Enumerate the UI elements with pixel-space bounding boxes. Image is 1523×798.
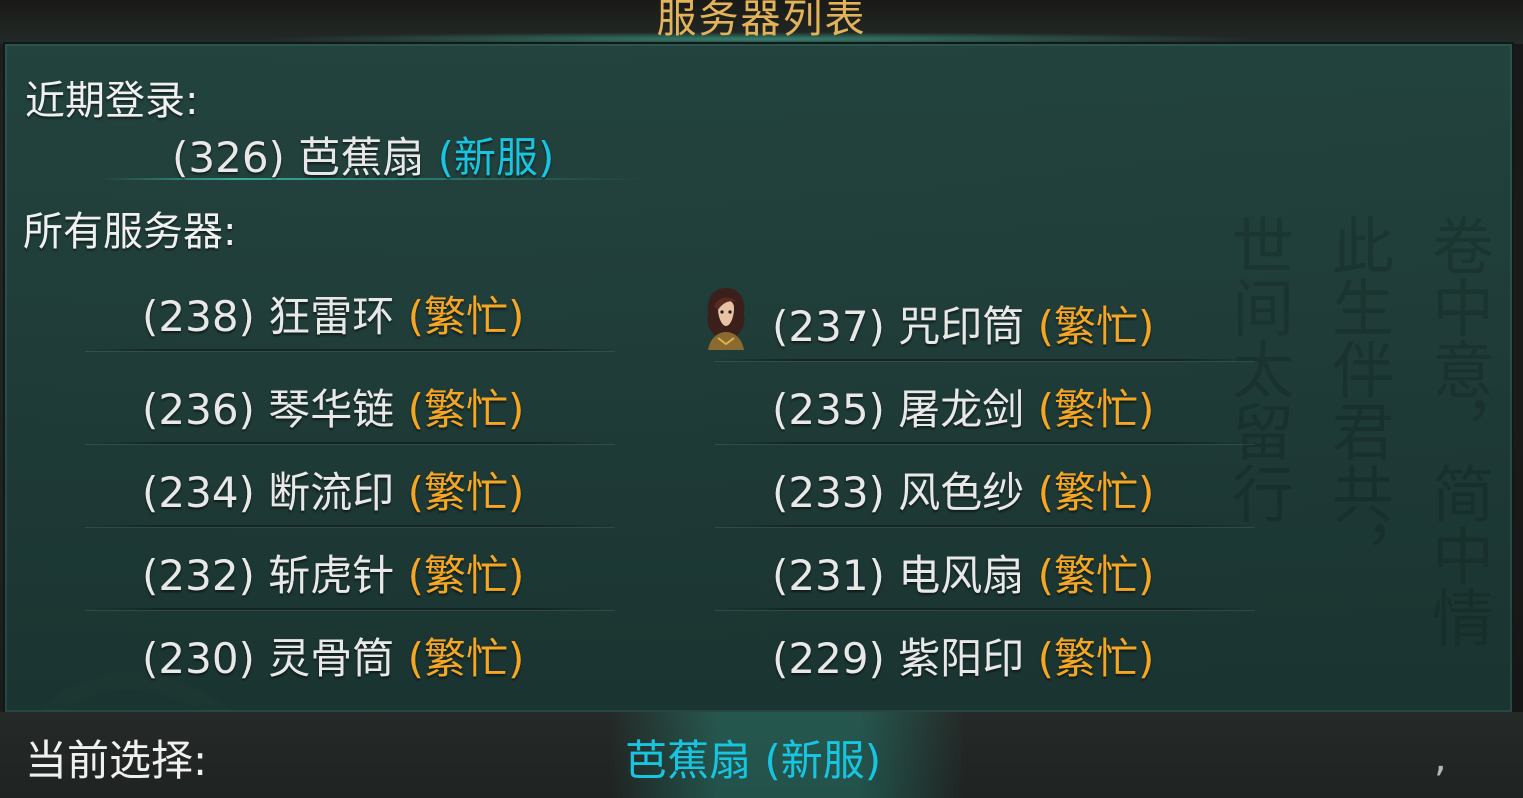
current-selection-label: 当前选择: [25,736,208,785]
server-status-busy: (繁忙) [407,468,525,517]
all-servers-label: 所有服务器: [23,209,237,255]
title-bar: 服务器列表 [0,0,1523,46]
row-divider [715,442,1255,444]
row-divider [85,525,615,527]
server-name: 灵骨筒 [268,634,395,683]
row-divider [85,442,615,444]
server-name: 屠龙剑 [898,385,1025,434]
server-status-busy: (繁忙) [407,292,525,341]
server-item[interactable]: (235) 屠龙剑 (繁忙) [715,362,1255,444]
window-title: 服务器列表 [656,0,867,42]
server-item[interactable]: (234) 断流印 (繁忙) [85,445,615,527]
recent-server-label: (326) 芭蕉扇 (新服) [172,124,554,185]
server-number: (230) [142,634,255,683]
server-name: 琴华链 [268,385,395,434]
server-item[interactable]: (232) 斩虎针 (繁忙) [85,528,615,610]
server-name: 电风扇 [898,551,1025,600]
row-divider [85,349,615,351]
server-number: (326) [172,133,285,182]
server-item[interactable]: (237) 咒印筒 (繁忙) [715,279,1255,361]
server-number: (235) [772,385,885,434]
server-number: (234) [142,468,255,517]
server-status-busy: (繁忙) [407,385,525,434]
server-number: (236) [142,385,255,434]
server-status-busy: (繁忙) [1037,551,1155,600]
character-avatar-icon [707,288,745,350]
row-divider [715,525,1255,527]
server-number: (231) [772,551,885,600]
server-number: (229) [772,634,885,683]
server-status-busy: (繁忙) [1037,302,1155,351]
row-divider [715,608,1255,610]
server-item[interactable]: (238) 狂雷环 (繁忙) [85,269,615,351]
server-item[interactable]: (236) 琴华链 (繁忙) [85,362,615,444]
server-item[interactable]: (231) 电风扇 (繁忙) [715,528,1255,610]
current-selection-value[interactable]: 芭蕉扇 (新服) [625,727,881,788]
background-calligraphy: 卷中意，简中情 [1421,214,1495,648]
server-name: 芭蕉扇 [298,133,425,182]
server-name: 咒印筒 [898,302,1025,351]
footer-bar: 当前选择: 芭蕉扇 (新服) [0,712,1523,798]
server-status-busy: (繁忙) [407,634,525,683]
server-number: (238) [142,292,255,341]
server-name: 紫阳印 [898,634,1025,683]
server-item[interactable]: (229) 紫阳印 (繁忙) [715,611,1255,691]
server-status-busy: (繁忙) [1037,634,1155,683]
server-status-busy: (繁忙) [1037,468,1155,517]
background-calligraphy: 此生伴君共， [1321,214,1395,586]
background-mark: , [1434,735,1447,781]
server-name: 风色纱 [898,468,1025,517]
server-number: (233) [772,468,885,517]
server-status-busy: (繁忙) [1037,385,1155,434]
server-item[interactable]: (233) 风色纱 (繁忙) [715,445,1255,527]
server-number: (232) [142,551,255,600]
server-list-panel: 世间太留行 此生伴君共， 卷中意，简中情 近期登录: (326) 芭蕉扇 (新服… [3,42,1514,714]
server-number: (237) [772,302,885,351]
server-status-new: (新服) [437,133,555,182]
recent-server-item[interactable]: (326) 芭蕉扇 (新服) [100,114,645,182]
server-item[interactable]: (230) 灵骨筒 (繁忙) [85,611,615,691]
row-divider [85,608,615,610]
server-name: 斩虎针 [268,551,395,600]
server-name: 狂雷环 [268,292,395,341]
row-divider [715,359,1255,361]
server-name: 断流印 [268,468,395,517]
server-status-busy: (繁忙) [407,551,525,600]
